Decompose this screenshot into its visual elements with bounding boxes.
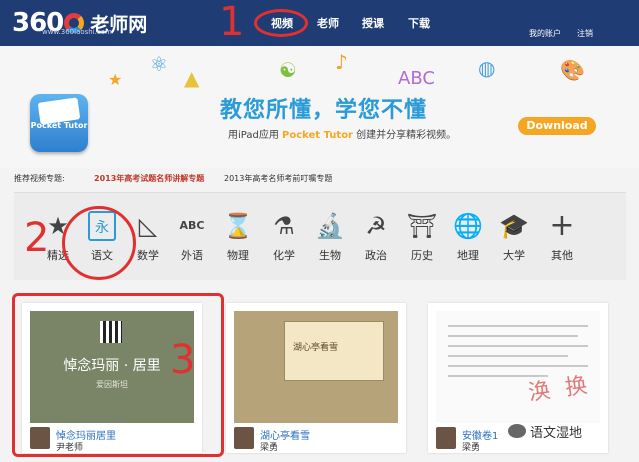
logout-link[interactable]: 注销 — [577, 28, 593, 39]
author-name: 梁勇 — [462, 443, 481, 453]
logo-url: www.360laoshi.com — [42, 28, 112, 36]
nav-teach[interactable]: 授课 — [362, 15, 384, 31]
clef-icon: ♪ — [335, 50, 348, 74]
yin-yang-icon: ☯ — [279, 58, 297, 82]
gate-icon: ⛩ — [406, 212, 438, 240]
pocket-tutor-app-icon[interactable]: Pocket Tutor — [30, 94, 88, 152]
subject-history[interactable]: ⛩ 历史 — [402, 211, 442, 263]
subject-university[interactable]: 🎓 大学 — [494, 211, 534, 263]
abc-calendar-icon: ABC — [179, 219, 205, 232]
download-button[interactable]: Download — [518, 117, 596, 135]
top-nav-bar: 360 老师网 www.360laoshi.com 视频 老师 授课 下载 我的… — [0, 0, 639, 46]
recommended-link-exam-tips[interactable]: 2013年高考名师考前叮嘱专题 — [224, 173, 332, 184]
text-line — [448, 355, 568, 357]
recommended-label: 推荐视频专题: — [14, 174, 65, 183]
wechat-watermark: 语文湿地 — [508, 420, 582, 442]
recommended-link-exam-lectures[interactable]: 2013年高考试题名师讲解专题 — [94, 173, 204, 184]
annotation-number-2: 2 — [24, 215, 50, 261]
subject-geography[interactable]: 🌐 地理 — [448, 211, 488, 263]
banner-tagline: 教您所懂，学您不懂 — [220, 98, 428, 123]
app-name: Pocket Tutor — [282, 130, 353, 141]
triangle-deco-icon: ▲ — [184, 66, 200, 90]
app-icon-label: Pocket Tutor — [30, 121, 88, 130]
video-card[interactable]: 湖心亭看雪 湖心亭看雪 梁勇 — [226, 303, 406, 453]
annotation-circle-subject — [62, 206, 136, 280]
video-thumbnail: 湖心亭看雪 — [234, 311, 398, 423]
thumbnail-panel: 湖心亭看雪 — [284, 321, 384, 381]
nav-download[interactable]: 下载 — [408, 15, 430, 31]
hammer-sickle-icon: ☭ — [365, 212, 387, 240]
annotation-box-card — [12, 293, 224, 457]
plus-icon: + — [549, 208, 575, 243]
text-line — [448, 335, 578, 337]
recommended-topics: 推荐视频专题: 2013年高考试题名师讲解专题 2013年高考名师考前叮嘱专题 — [14, 170, 626, 188]
subject-chemistry[interactable]: ⚗ 化学 — [264, 211, 304, 263]
molecule-icon: ⚛ — [150, 52, 168, 76]
my-account-link[interactable]: 我的账户 — [529, 28, 561, 39]
author-name: 梁勇 — [260, 443, 279, 453]
annotation-circle-nav — [254, 9, 308, 37]
text-line — [448, 365, 588, 367]
banner-subtitle: 用iPad应用 Pocket Tutor 创建并分享精彩视频。 — [228, 130, 457, 141]
flask-icon: ⚗ — [273, 212, 295, 240]
video-thumbnail — [436, 311, 600, 423]
subject-biology[interactable]: 🔬 生物 — [310, 211, 350, 263]
abc-deco: ABC — [398, 68, 435, 89]
subject-physics[interactable]: ⌛ 物理 — [218, 211, 258, 263]
subject-politics[interactable]: ☭ 政治 — [356, 211, 396, 263]
text-line — [448, 325, 588, 327]
globe-icon: 🌐 — [453, 212, 483, 240]
hourglass-icon: ⌛ — [223, 212, 253, 240]
graduation-cap-icon: 🎓 — [499, 212, 529, 240]
author-avatar — [436, 427, 456, 449]
page: 360 老师网 www.360laoshi.com 视频 老师 授课 下载 我的… — [0, 0, 639, 462]
nav-teachers[interactable]: 老师 — [317, 15, 339, 31]
palette-icon: 🎨 — [560, 58, 585, 82]
thumbnail-title: 湖心亭看雪 — [293, 343, 339, 353]
text-line — [448, 345, 588, 347]
wechat-icon — [508, 424, 526, 438]
author-avatar — [234, 427, 254, 449]
microscope-icon: 🔬 — [315, 212, 345, 240]
subject-other[interactable]: + 其他 — [542, 211, 582, 263]
subject-foreign-language[interactable]: ABC 外语 — [172, 211, 212, 263]
star-deco-icon: ★ — [108, 70, 123, 89]
globe-deco-icon: ◍ — [478, 56, 496, 80]
annotation-number-1: 1 — [219, 0, 245, 45]
